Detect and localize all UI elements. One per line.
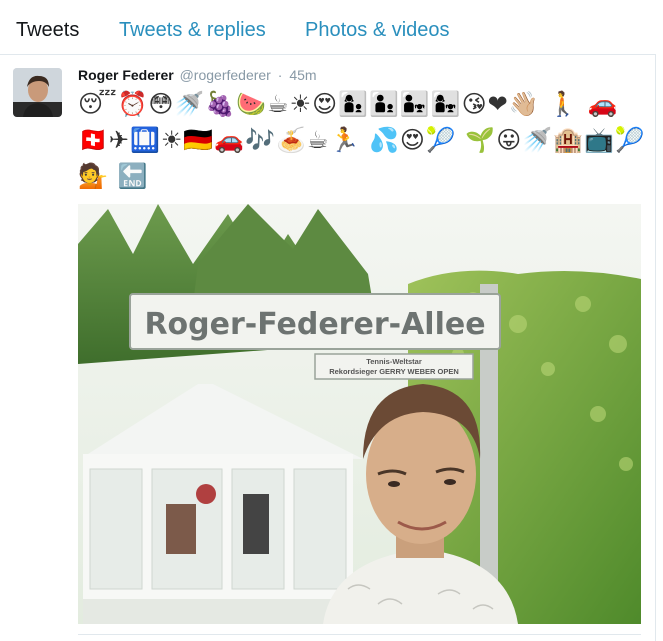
- profile-timeline: Tweets Tweets & replies Photos & videos …: [0, 0, 656, 641]
- avatar-image: [13, 68, 62, 117]
- tab-photos-and-videos[interactable]: Photos & videos: [305, 18, 450, 42]
- tab-tweets[interactable]: Tweets: [16, 18, 79, 42]
- street-sign-subtext-line1: Tennis-Weltstar: [366, 357, 422, 366]
- tweet-divider: [78, 634, 641, 635]
- tab-tweets-and-replies[interactable]: Tweets & replies: [119, 18, 266, 42]
- tweet-header: Roger Federer @rogerfederer · 45m: [78, 66, 317, 84]
- tweet-photo[interactable]: Roger-Federer-Allee Tennis-Weltstar Reko…: [78, 204, 641, 624]
- display-name[interactable]: Roger Federer: [78, 67, 174, 83]
- timeline-tabs: Tweets Tweets & replies Photos & videos: [0, 0, 656, 55]
- timestamp[interactable]: 45m: [289, 67, 316, 83]
- street-sign-text: Roger-Federer-Allee: [144, 307, 485, 342]
- photo-scene: Roger-Federer-Allee Tennis-Weltstar Reko…: [78, 204, 641, 624]
- separator: ·: [277, 67, 283, 83]
- street-sign-subtext-line2: Rekordsieger GERRY WEBER OPEN: [329, 367, 459, 376]
- avatar[interactable]: [13, 68, 62, 117]
- tweet[interactable]: Roger Federer @rogerfederer · 45m 😴⏰😳🚿🍇🍉…: [0, 56, 656, 641]
- tweet-text: 😴⏰😳🚿🍇🍉☕☀😍👩‍👦👨‍👦👨‍👧👩‍👧😘❤👋🏼 🚶 🚗🇨🇭✈🛄☀🇩🇪🚗🎶🍝☕…: [78, 90, 646, 190]
- username[interactable]: @rogerfederer: [180, 67, 271, 83]
